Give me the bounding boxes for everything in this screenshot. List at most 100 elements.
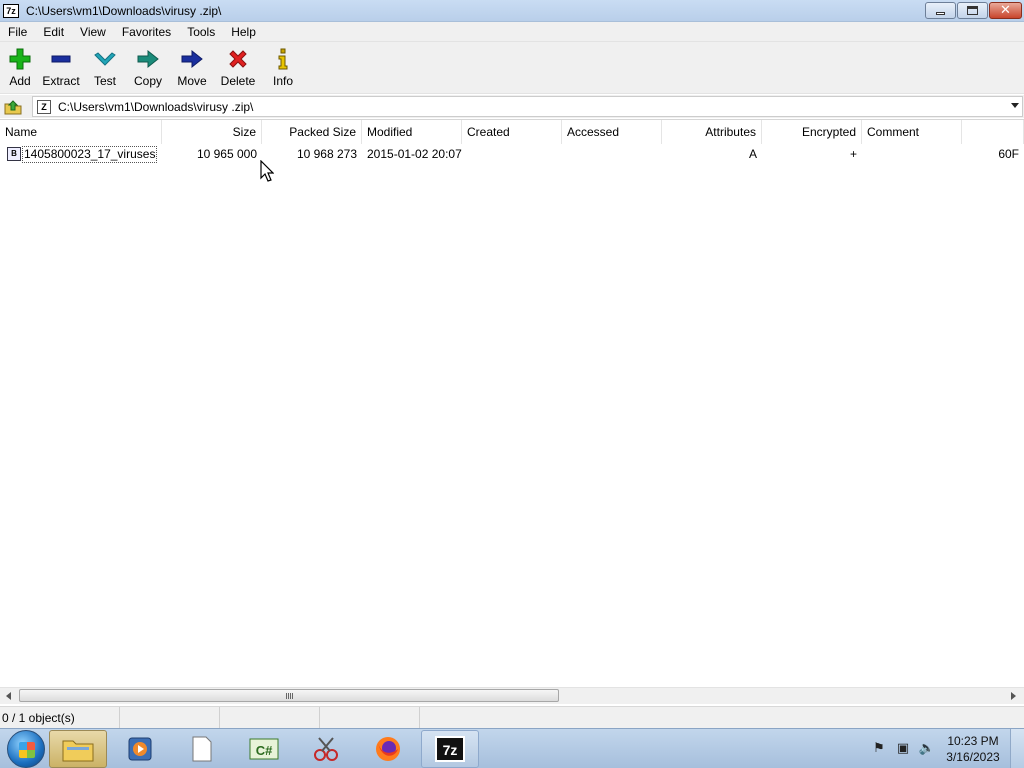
menu-edit[interactable]: Edit <box>35 23 72 41</box>
media-player-icon <box>128 737 152 760</box>
start-button[interactable] <box>7 729 45 768</box>
cell-modified: 2015-01-02 20:07 <box>367 147 462 161</box>
column-extra[interactable] <box>962 120 1024 144</box>
chevron-down-icon[interactable] <box>1011 103 1019 108</box>
volume-icon[interactable]: 🔈 <box>918 741 936 757</box>
firefox-icon <box>376 736 400 761</box>
grip-icon <box>286 693 293 699</box>
info-label: Info <box>272 74 293 88</box>
minimize-icon <box>936 12 945 15</box>
status-panel-2 <box>120 707 220 729</box>
svg-text:7z: 7z <box>443 742 458 758</box>
clock[interactable]: 10:23 PM 3/16/2023 <box>942 733 1004 765</box>
taskbar-firefox[interactable] <box>359 730 417 768</box>
column-encrypted[interactable]: Encrypted <box>762 120 862 144</box>
menu-favorites[interactable]: Favorites <box>114 23 179 41</box>
network-icon[interactable]: ▣ <box>894 741 912 757</box>
cell-accessed <box>562 144 662 164</box>
table-row[interactable]: B 1405800023_17_viruses-f... 10 965 000 … <box>0 144 1024 164</box>
taskbar-explorer[interactable] <box>49 729 107 768</box>
up-folder-button[interactable] <box>3 97 23 116</box>
add-label: Add <box>9 74 31 88</box>
window-title: C:\Users\vm1\Downloads\virusy .zip\ <box>26 3 222 18</box>
copy-arrow-icon <box>136 47 160 71</box>
cell-size: 10 965 000 <box>196 147 257 161</box>
cell-comment <box>862 144 962 164</box>
folder-icon <box>62 740 94 761</box>
minus-icon <box>50 47 72 71</box>
test-label: Test <box>93 74 116 88</box>
status-selection: 0 / 1 object(s) selected <box>0 707 120 747</box>
cell-encrypted: + <box>849 147 857 161</box>
menu-tools[interactable]: Tools <box>179 23 223 41</box>
delete-label: Delete <box>220 74 256 88</box>
column-attributes[interactable]: Attributes <box>662 120 762 144</box>
address-path: C:\Users\vm1\Downloads\virusy .zip\ <box>58 99 254 114</box>
checkmark-icon <box>93 47 117 71</box>
column-size[interactable]: Size <box>162 120 262 144</box>
folder-up-icon <box>4 99 22 114</box>
system-tray: ⚑ ▣ 🔈 10:23 PM 3/16/2023 <box>870 729 1024 768</box>
column-comment[interactable]: Comment <box>862 120 962 144</box>
move-arrow-icon <box>180 47 204 71</box>
address-field[interactable]: Z C:\Users\vm1\Downloads\virusy .zip\ <box>32 96 1023 117</box>
info-icon <box>275 47 291 71</box>
status-panel-3 <box>220 707 320 729</box>
test-button[interactable]: Test <box>86 42 124 88</box>
csharp-icon: C# <box>249 738 279 759</box>
cell-packed-size: 10 968 273 <box>296 147 357 161</box>
scroll-left-icon[interactable] <box>6 692 11 700</box>
menu-help[interactable]: Help <box>223 23 264 41</box>
copy-button[interactable]: Copy <box>128 42 168 88</box>
title-bar: 7z C:\Users\vm1\Downloads\virusy .zip\ ✕ <box>0 0 1024 22</box>
taskbar-snipping-tool[interactable] <box>297 730 355 768</box>
taskbar-notepad[interactable] <box>173 730 231 768</box>
svg-text:C#: C# <box>256 743 273 758</box>
move-button[interactable]: Move <box>172 42 212 88</box>
7zip-icon: 7z <box>435 735 465 762</box>
copy-label: Copy <box>133 74 162 88</box>
delete-x-icon <box>227 47 249 71</box>
clock-time: 10:23 PM <box>947 734 999 748</box>
scrollbar-thumb[interactable] <box>19 689 559 702</box>
address-bar: Z C:\Users\vm1\Downloads\virusy .zip\ <box>0 95 1024 118</box>
restore-button[interactable] <box>957 2 988 19</box>
close-button[interactable]: ✕ <box>989 2 1022 19</box>
column-created[interactable]: Created <box>462 120 562 144</box>
show-desktop-button[interactable] <box>1010 729 1024 768</box>
add-button[interactable]: Add <box>4 42 36 88</box>
taskbar-7zip[interactable]: 7z <box>421 729 479 768</box>
extract-button[interactable]: Extract <box>40 42 82 88</box>
menu-file[interactable]: File <box>0 23 35 41</box>
cell-attributes: A <box>748 147 757 161</box>
column-packed-size[interactable]: Packed Size <box>262 120 362 144</box>
file-list: Name Size Packed Size Modified Created A… <box>0 119 1024 687</box>
clock-date: 3/16/2023 <box>946 750 1000 764</box>
move-label: Move <box>177 74 207 88</box>
taskbar-csharp[interactable]: C# <box>235 730 293 768</box>
delete-button[interactable]: Delete <box>216 42 260 88</box>
horizontal-scrollbar[interactable] <box>0 687 1024 704</box>
app-icon: 7z <box>3 3 19 18</box>
column-name[interactable]: Name <box>0 120 162 144</box>
scroll-right-icon[interactable] <box>1011 692 1016 700</box>
column-modified[interactable]: Modified <box>362 120 462 144</box>
scissors-icon <box>314 736 338 761</box>
menu-view[interactable]: View <box>72 23 114 41</box>
plus-icon <box>9 47 31 71</box>
taskbar-media-player[interactable] <box>111 730 169 768</box>
cell-extra: 60F <box>998 147 1019 161</box>
flag-icon[interactable]: ⚑ <box>870 741 888 757</box>
column-accessed[interactable]: Accessed <box>562 120 662 144</box>
window-controls: ✕ <box>925 2 1022 19</box>
file-name: 1405800023_17_viruses-f... <box>22 145 157 163</box>
cell-name: B 1405800023_17_viruses-f... <box>0 144 162 164</box>
toolbar: Add Extract Test Copy Move Delete Info <box>0 42 1024 94</box>
cell-created <box>462 144 562 164</box>
file-icon: B <box>7 147 21 161</box>
minimize-button[interactable] <box>925 2 956 19</box>
info-button[interactable]: Info <box>264 42 302 88</box>
menu-bar: File Edit View Favorites Tools Help <box>0 22 1024 42</box>
mouse-cursor-icon <box>260 160 274 182</box>
restore-icon <box>967 6 978 15</box>
